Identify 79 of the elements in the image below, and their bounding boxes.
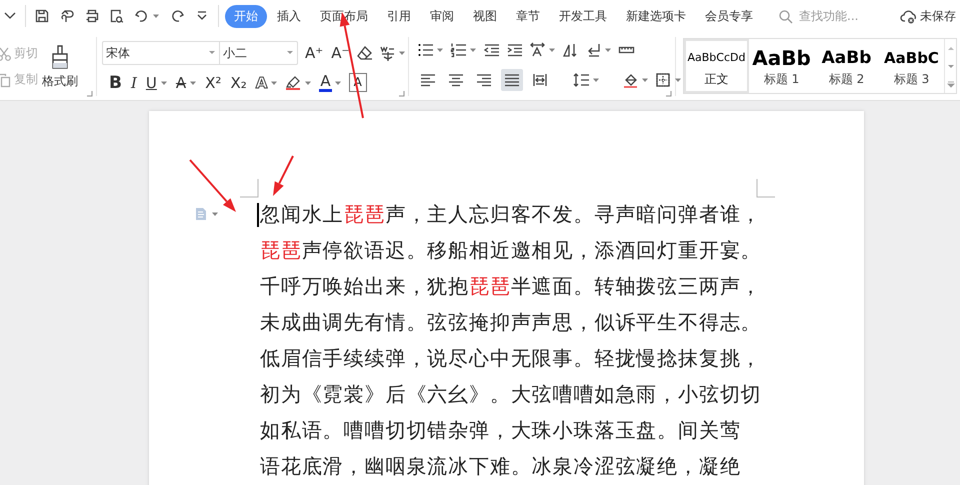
annotation-arrow — [189, 159, 236, 212]
caret-icon[interactable] — [548, 47, 556, 54]
font-size-dropdown[interactable]: 小二 — [220, 42, 297, 64]
print-icon[interactable] — [84, 8, 100, 24]
search-icon[interactable] — [778, 8, 793, 24]
caret-icon[interactable] — [160, 80, 168, 86]
subscript-button[interactable]: X₂ — [229, 74, 248, 92]
borders-icon[interactable] — [655, 72, 672, 88]
lines-icon — [420, 72, 436, 88]
caret-icon[interactable] — [641, 76, 649, 83]
grow-font-button[interactable]: A⁺ — [304, 44, 324, 62]
document-paragraph: 忽闻水上琵琶声，主人忘归客不发。寻声暗问弹者谁， 琵琶声停欲语迟。移船相近邀相见，添酒回灯重开宴。 千呼万唤始出来，犹抱琵琶半遮面。转轴拨弦三两声， 未成曲调先有情。弦弦掩抑声声思，似诉平生不得志。 低眉信手续续弹，说尽心中无限事。轻拢慢捻抹复挑， 初为《霓裳》后《六幺》。大弦嘈嘈如急雨，小弦切切 如私语。嘈嘈切切错杂弹，大珠小珠落玉盘。间关莺 语花底滑，幽咽泉流冰下难。冰泉冷涩弦凝绝，凝绝 — [260, 201, 762, 480]
lines-icon — [504, 72, 520, 88]
caret-icon[interactable] — [592, 76, 600, 83]
dialog-launcher-icon[interactable] — [398, 90, 405, 97]
caret-icon[interactable] — [469, 47, 477, 54]
menu-tab[interactable]: 新建选项卡 — [617, 4, 695, 28]
italic-button[interactable]: I — [130, 74, 138, 92]
caret-icon[interactable] — [270, 80, 278, 86]
scissors-icon — [0, 46, 12, 62]
bulleted-list-icon[interactable] — [417, 42, 434, 58]
menu-tab[interactable]: 引用 — [378, 4, 420, 28]
decrease-indent-icon[interactable] — [483, 42, 500, 58]
annotation-arrow — [273, 156, 294, 196]
caret-icon[interactable] — [674, 76, 682, 83]
eraser-icon[interactable] — [356, 45, 374, 61]
caret-icon[interactable] — [211, 211, 219, 217]
style-option[interactable]: AaBb 标题 2 — [814, 39, 879, 93]
lines-icon — [532, 72, 548, 88]
text-effect-button[interactable]: A — [254, 74, 268, 92]
paint-bucket-icon[interactable] — [622, 72, 639, 88]
export-icon[interactable] — [59, 8, 75, 24]
cloud-icon — [900, 8, 917, 24]
menu-tab[interactable]: 插入 — [268, 4, 310, 28]
menu-tab[interactable]: 开发工具 — [550, 4, 616, 28]
justify-button[interactable] — [501, 68, 523, 91]
menu-tab[interactable]: 视图 — [464, 4, 506, 28]
caret-icon[interactable] — [398, 50, 406, 56]
font-name-dropdown[interactable]: 宋体 — [103, 42, 220, 64]
format-painter-button[interactable]: 格式刷 — [42, 44, 78, 90]
save-status-button[interactable]: 未保存 — [900, 8, 956, 24]
redo-icon[interactable] — [169, 8, 185, 24]
copy-icon — [0, 72, 12, 88]
undo-icon[interactable] — [134, 8, 150, 24]
superscript-button[interactable]: X² — [204, 74, 222, 92]
save-icon[interactable] — [34, 8, 50, 24]
sort-icon[interactable] — [562, 42, 579, 58]
line-spacing-icon[interactable] — [573, 72, 590, 88]
lines-icon — [448, 72, 464, 88]
shrink-font-button[interactable]: A⁻ — [330, 44, 350, 62]
caret-icon[interactable] — [152, 13, 160, 19]
caret-icon[interactable] — [304, 80, 312, 86]
print-preview-icon[interactable] — [109, 8, 125, 24]
font-color-button[interactable]: A — [319, 74, 332, 92]
caret-icon[interactable] — [604, 47, 612, 54]
menu-tab[interactable]: 会员专享 — [696, 4, 762, 28]
menu-tab[interactable]: 审阅 — [421, 4, 463, 28]
dialog-launcher-icon[interactable] — [665, 90, 672, 97]
phonetic-guide-icon[interactable] — [379, 45, 396, 61]
margin-mark-icon — [240, 179, 259, 198]
caret-icon[interactable] — [189, 80, 198, 86]
lines-icon — [476, 72, 492, 88]
highlighter-icon[interactable] — [285, 74, 302, 90]
numbered-list-icon[interactable] — [450, 42, 467, 58]
menu-tab[interactable]: 章节 — [507, 4, 549, 28]
style-option[interactable]: AaBbC 标题 3 — [879, 39, 944, 93]
dialog-launcher-icon[interactable] — [86, 90, 93, 97]
style-option[interactable]: AaBb 标题 1 — [749, 39, 814, 93]
expand-gallery-icon[interactable] — [946, 80, 956, 88]
cross-arrows-icon[interactable] — [529, 42, 546, 58]
style-option[interactable]: AaBbCcDd 正文 — [684, 39, 749, 93]
strikethrough-button[interactable]: A — [174, 74, 188, 92]
underline-button[interactable]: U — [144, 74, 158, 92]
search-field[interactable]: 查找功能... — [797, 7, 887, 25]
bold-button[interactable]: B — [108, 74, 123, 92]
margin-mark-icon — [756, 179, 775, 198]
caret-icon[interactable] — [334, 80, 342, 86]
caret-icon[interactable] — [436, 47, 444, 54]
increase-indent-icon[interactable] — [506, 42, 523, 58]
